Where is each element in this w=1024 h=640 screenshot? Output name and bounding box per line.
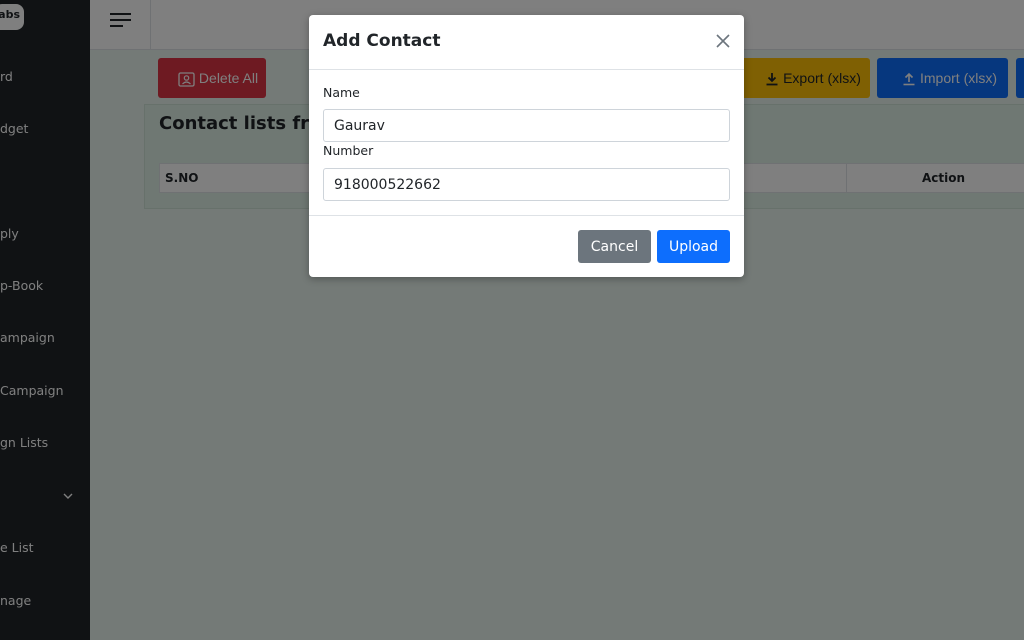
cancel-button[interactable]: Cancel <box>578 230 651 263</box>
upload-button[interactable]: Upload <box>657 230 730 263</box>
modal-title: Add Contact <box>323 31 441 51</box>
name-input[interactable] <box>323 109 730 142</box>
modal-footer: Cancel Upload <box>309 215 744 277</box>
add-contact-modal: Add Contact Name Number Cancel Upload <box>309 15 744 277</box>
close-icon[interactable] <box>714 32 732 50</box>
name-label: Name <box>323 85 360 100</box>
number-input[interactable] <box>323 168 730 201</box>
number-label: Number <box>323 143 374 158</box>
modal-header: Add Contact <box>309 15 744 70</box>
